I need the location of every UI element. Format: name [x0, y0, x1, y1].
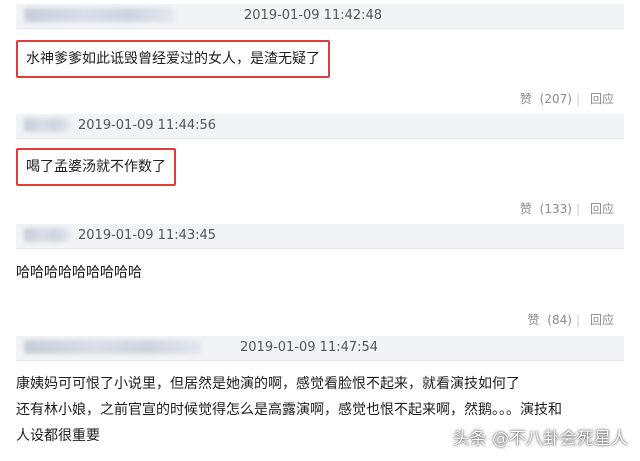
reply-button[interactable]: 回应 [590, 313, 614, 327]
like-count: (84) [547, 313, 572, 327]
comment-4-timestamp: 2019-01-09 11:47:54 [240, 340, 379, 355]
comment-1-meta: 2019-01-09 11:42:48 [16, 4, 624, 29]
comment-4-line-2: 还有林小娘，之前官宣的时候觉得怎么是高露演啊，感觉也恨不起来啊，然鹅。。。演技和 [16, 402, 562, 418]
comment-1-text: 水神爹爹如此诋毁曾经爱过的女人，是渣无疑了 [16, 40, 330, 78]
like-button[interactable]: 赞 (84) [523, 313, 571, 327]
comment-3-text: 哈哈哈哈哈哈哈哈哈 [16, 265, 142, 281]
reply-button[interactable]: 回应 [590, 202, 614, 216]
like-label: 赞 [527, 313, 540, 327]
comment-1-actions: 赞 (207) | 回应 [512, 90, 614, 107]
blurred-username [24, 8, 174, 22]
reply-button[interactable]: 回应 [590, 92, 614, 106]
like-button[interactable]: 赞 (207) [516, 92, 572, 106]
comment-4-meta: 2019-01-09 11:47:54 [16, 336, 624, 361]
like-count: (133) [539, 202, 572, 216]
comment-2-text: 喝了孟婆汤就不作数了 [16, 148, 176, 186]
like-label: 赞 [519, 92, 532, 106]
like-count: (207) [539, 92, 572, 106]
comment-4-line-3: 人设都很重要 [16, 428, 100, 444]
watermark: 头条 @不八卦会死星人 [452, 429, 628, 449]
comment-2-meta: 2019-01-09 11:44:56 [16, 114, 624, 139]
like-button[interactable]: 赞 (133) [516, 202, 572, 216]
comment-4-line-1: 康姨妈可可恨了小说里，但居然是她演的啊，感觉看脸恨不起来，就看演技如何了 [16, 376, 520, 392]
comment-3-meta: 2019-01-09 11:43:45 [16, 224, 624, 249]
blurred-username [24, 118, 70, 132]
comment-2-timestamp: 2019-01-09 11:44:56 [78, 118, 217, 133]
comment-1-timestamp: 2019-01-09 11:42:48 [244, 8, 383, 23]
blurred-username [24, 340, 202, 354]
like-label: 赞 [519, 202, 532, 216]
comment-3-timestamp: 2019-01-09 11:43:45 [78, 228, 217, 243]
comment-3-actions: 赞 (84) | 回应 [519, 311, 614, 328]
blurred-username [24, 228, 70, 242]
comment-2-actions: 赞 (133) | 回应 [512, 200, 614, 217]
